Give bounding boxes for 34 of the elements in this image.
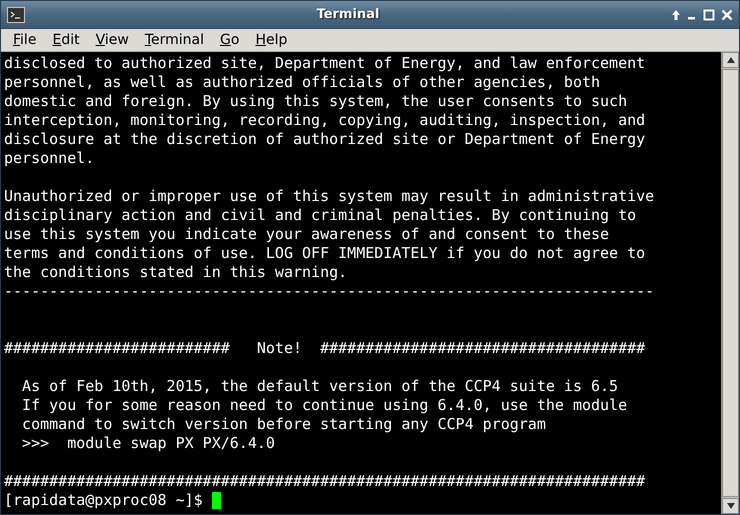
terminal-line: terms and conditions of use. LOG OFF IMMEDIATELY if you do not agree to — [4, 244, 646, 263]
menu-item[interactable]: Go — [212, 30, 248, 50]
menu-item[interactable]: File — [5, 30, 44, 50]
terminal-line: personnel, as well as authorized officials of other agencies, both — [4, 73, 602, 92]
menu-item[interactable]: Edit — [44, 30, 88, 50]
window-title: Terminal — [316, 7, 380, 22]
scrollbar[interactable] — [721, 52, 739, 514]
arrow-up-icon[interactable] — [671, 8, 681, 20]
terminal-line: the conditions stated in this warning. — [4, 263, 348, 282]
menu-item[interactable]: Terminal — [136, 30, 212, 50]
terminal-line: If you for some reason need to continue using 6.4.0, use the module — [21, 396, 628, 415]
maximize-icon[interactable] — [703, 8, 715, 20]
terminal-line: use this system you indicate your awareness of and consent to these — [4, 225, 610, 244]
terminal-line: Unauthorized or improper use of this system may result in administrative — [4, 187, 656, 206]
text-cursor — [212, 492, 221, 509]
terminal-line: domestic and foreign. By using this system, the user consents to such — [4, 92, 628, 111]
arrow-up-icon[interactable] — [726, 57, 734, 63]
terminal-line: >>> module swap PX PX/6.4.0 — [21, 434, 276, 453]
terminal-line: ####################################################################### — [4, 472, 646, 491]
terminal-line: ######################### Note! #################################### — [4, 339, 646, 358]
terminal-line: disclosure at the discretion of authorized site or Department of Energy — [4, 130, 646, 149]
terminal-line: disciplinary action and civil and criminal penalties. By continuing to — [4, 206, 638, 225]
terminal-line: ------------------------------------------------------------------------ — [4, 282, 656, 301]
close-icon[interactable] — [721, 8, 733, 20]
terminal-line: command to switch version before starting any CCP4 program — [21, 415, 547, 434]
menu-item[interactable]: View — [88, 30, 137, 50]
terminal-icon — [7, 6, 25, 22]
arrow-down-icon[interactable] — [726, 503, 734, 509]
shell-prompt: [rapidata@pxproc08 ~]$ — [4, 491, 203, 510]
terminal-line: disclosed to authorized site, Department of Energy, and law enforcement — [4, 54, 646, 73]
terminal-line: As of Feb 10th, 2015, the default version of the CCP4 suite is 6.5 — [21, 377, 620, 396]
terminal-line: personnel. — [4, 149, 96, 168]
menu-item[interactable]: Help — [247, 30, 296, 50]
terminal-line: interception, monitoring, recording, copying, auditing, inspection, and — [4, 111, 646, 130]
